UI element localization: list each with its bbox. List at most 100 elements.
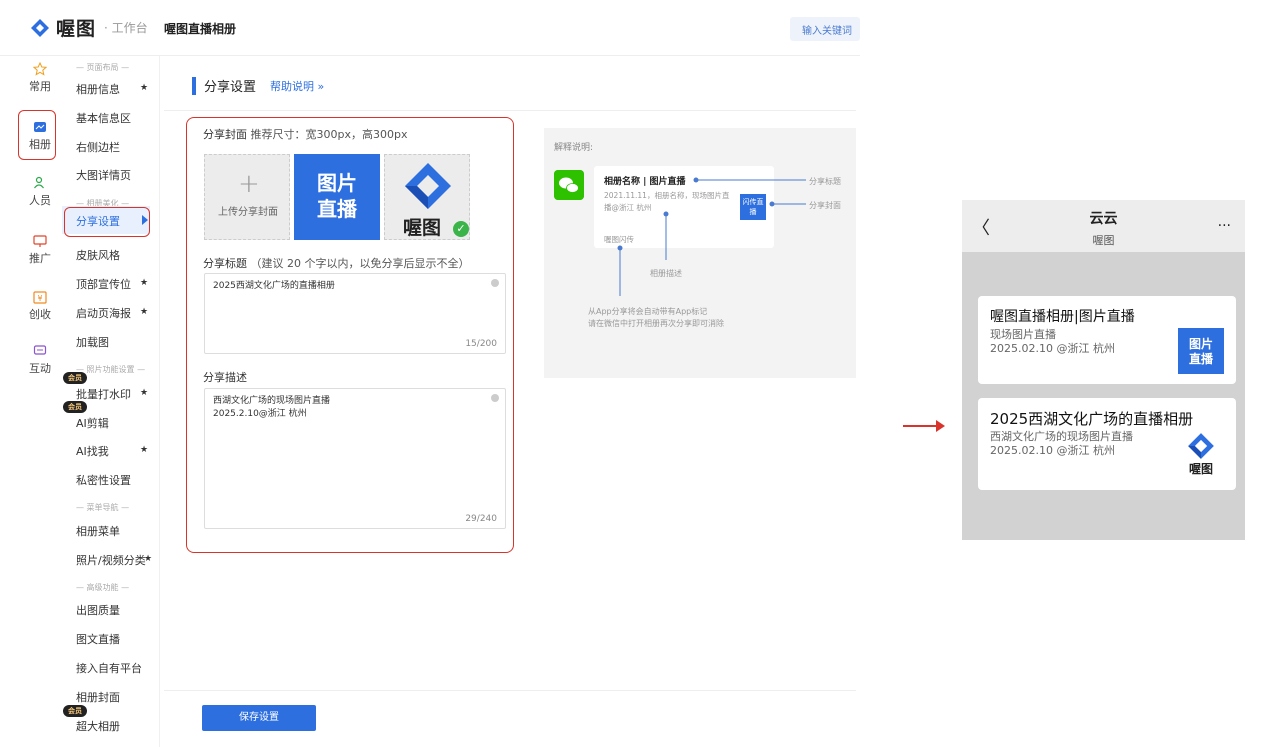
rail-label: 推广 (29, 252, 51, 265)
message-desc-line: 现场图片直播 (990, 328, 1056, 341)
rail-item-interact[interactable]: 互动 (20, 344, 60, 376)
cover-logo-text: 喔图 (403, 217, 442, 239)
note-album-desc: 相册描述 (650, 269, 682, 278)
menu-item-album-cover[interactable]: 相册封面 (76, 689, 120, 705)
title-accent-bar (192, 76, 196, 95)
menu-item-right-sidebar[interactable]: 右侧边栏 (76, 139, 120, 155)
message-title: 喔图直播相册|图片直播 (990, 309, 1135, 325)
note-app-mark-2: 请在微信中打开相册再次分享即可消除 (588, 319, 724, 328)
share-message-card[interactable]: 2025西湖文化广场的直播相册 西湖文化广场的现场图片直播 2025.02.10… (978, 398, 1236, 490)
char-count: 29/240 (465, 514, 497, 524)
save-button[interactable]: 保存设置 (202, 705, 316, 731)
menu-item-output-quality[interactable]: 出图质量 (76, 602, 120, 618)
menu-item-watermark[interactable]: 批量打水印 (76, 386, 131, 402)
clear-icon[interactable] (491, 279, 499, 287)
title-hint: （建议 20 个字以内，以免分享后显示不全） (250, 257, 470, 270)
logo-diamond-icon (1188, 433, 1214, 459)
menu-item-text-live[interactable]: 图文直播 (76, 631, 120, 647)
message-desc-line: 2025.02.10 @浙江 杭州 (990, 444, 1115, 457)
menu-item-photo-category[interactable]: 照片/视频分类 (76, 552, 146, 568)
message-desc: 西湖文化广场的现场图片直播 2025.02.10 @浙江 杭州 (990, 430, 1133, 458)
upload-cover-label: 上传分享封面 (218, 207, 278, 218)
logo-text: 喔图 (56, 18, 97, 40)
menu-item-skin[interactable]: 皮肤风格 (76, 247, 120, 263)
menu-item-launch-poster[interactable]: 启动页海报 (76, 305, 131, 321)
menu-item-ai-find[interactable]: AI找我 (76, 443, 109, 459)
menu-item-album-menu[interactable]: 相册菜单 (76, 523, 120, 539)
svg-text:¥: ¥ (37, 294, 42, 303)
logo-diamond-icon (31, 18, 49, 37)
page-title: 分享设置 (204, 80, 257, 95)
selected-check-icon: ✓ (453, 221, 469, 237)
share-desc-value: 西湖文化广场的现场图片直播 2025.2.10@浙江 杭州 (213, 396, 331, 419)
upload-cover-button[interactable]: + 上传分享封面 (204, 154, 290, 240)
message-thumb-text: 喔图 (1188, 462, 1213, 476)
note-share-title: 分享标题 (809, 177, 841, 186)
menu-item-detail-page[interactable]: 大图详情页 (76, 167, 131, 183)
message-desc: 现场图片直播 2025.02.10 @浙江 杭州 (990, 328, 1115, 356)
cover-option-logo[interactable]: 喔图 ✓ (384, 154, 470, 240)
note-app-mark-1: 从App分享将会自动带有App标记 (588, 307, 708, 316)
rail-item-revenue[interactable]: ¥ 创收 (20, 290, 60, 322)
people-icon (34, 176, 44, 189)
wechat-preview: 〈 云云 喔图 ··· 喔图直播相册|图片直播 现场图片直播 2025.02.1… (962, 200, 1245, 540)
rail-item-common[interactable]: 常用 (20, 62, 60, 94)
title-label-text: 分享标题 (203, 257, 247, 270)
message-desc-line: 西湖文化广场的现场图片直播 (990, 430, 1133, 443)
share-desc-input[interactable]: 西湖文化广场的现场图片直播 2025.2.10@浙江 杭州 29/240 (204, 388, 506, 529)
cover-label: 分享封面 推荐尺寸：宽300px，高300px (203, 126, 407, 142)
message-thumb-text: 图片直播 (1188, 337, 1213, 366)
album-rail-highlight-box (18, 110, 56, 160)
chat-sub: 喔图 (1092, 234, 1115, 247)
desc-label: 分享描述 (203, 371, 247, 384)
clear-icon[interactable] (491, 394, 499, 402)
star-mark: ★ (144, 554, 153, 564)
rail-item-promote[interactable]: 推广 (20, 234, 60, 266)
section-header: 分享设置 帮助说明 » (192, 76, 324, 95)
menu-item-ai-edit[interactable]: AI剪辑 (76, 415, 109, 431)
share-title-input[interactable]: 2025西湖文化广场的直播相册 15/200 (204, 273, 506, 354)
star-mark: ★ (140, 307, 149, 317)
share-title-value: 2025西湖文化广场的直播相册 (213, 281, 335, 291)
message-thumb: 喔图 (1180, 432, 1222, 478)
star-mark: ★ (140, 278, 149, 288)
menu-group-label: — 页面布局 — (76, 63, 130, 72)
search-input[interactable]: 输入关键词 (790, 17, 860, 41)
vip-badge: 会员 (63, 372, 87, 384)
rail-label: 互动 (29, 362, 51, 375)
cover-hint: 推荐尺寸：宽300px，高300px (250, 128, 408, 141)
logo[interactable]: 喔图 · 工作台 (30, 14, 148, 41)
menu-item-loading[interactable]: 加载图 (76, 334, 109, 350)
menu-group-label: — 菜单导航 — (76, 503, 130, 512)
menu-group-label: — 照片功能设置 — (76, 365, 146, 374)
chat-header: 〈 云云 喔图 ··· (962, 200, 1245, 252)
cover-option-live[interactable]: 图片直播 (294, 154, 380, 240)
help-link[interactable]: 帮助说明 » (270, 78, 324, 94)
menu-item-top-promo[interactable]: 顶部宣传位 (76, 276, 131, 292)
menu-item-basic-info[interactable]: 基本信息区 (76, 110, 131, 126)
promote-icon (33, 235, 47, 247)
logo-diamond-icon (405, 163, 451, 209)
rail-item-people[interactable]: 人员 (20, 176, 60, 208)
menu-item-own-platform[interactable]: 接入自有平台 (76, 660, 142, 676)
menu-item-album-info[interactable]: 相册信息 (76, 81, 120, 97)
album-title: 喔图直播相册 (164, 22, 237, 36)
share-message-card[interactable]: 喔图直播相册|图片直播 现场图片直播 2025.02.10 @浙江 杭州 图片直… (978, 296, 1236, 384)
footer-divider (164, 690, 856, 691)
vip-badge: 会员 (63, 705, 87, 717)
note-share-cover: 分享封面 (809, 201, 841, 210)
chat-icon (33, 345, 47, 355)
star-mark: ★ (140, 83, 149, 93)
menu-item-large-album[interactable]: 超大相册 (76, 718, 120, 734)
revenue-icon: ¥ (33, 291, 47, 304)
menu-item-privacy[interactable]: 私密性设置 (76, 472, 131, 488)
more-icon[interactable]: ··· (1218, 218, 1231, 234)
star-mark: ★ (140, 445, 149, 455)
explanation-lines (617, 177, 806, 296)
header-divider (164, 110, 856, 111)
plus-icon: + (238, 169, 260, 199)
star-mark: ★ (140, 388, 149, 398)
logo-sub: · 工作台 (104, 21, 148, 35)
cover-option-text: 图片直播 (317, 171, 357, 221)
explanation-panel: 解释说明: 相册名称 | 图片直播 2021.11.11，相册名称，现场图片直播… (544, 128, 856, 378)
